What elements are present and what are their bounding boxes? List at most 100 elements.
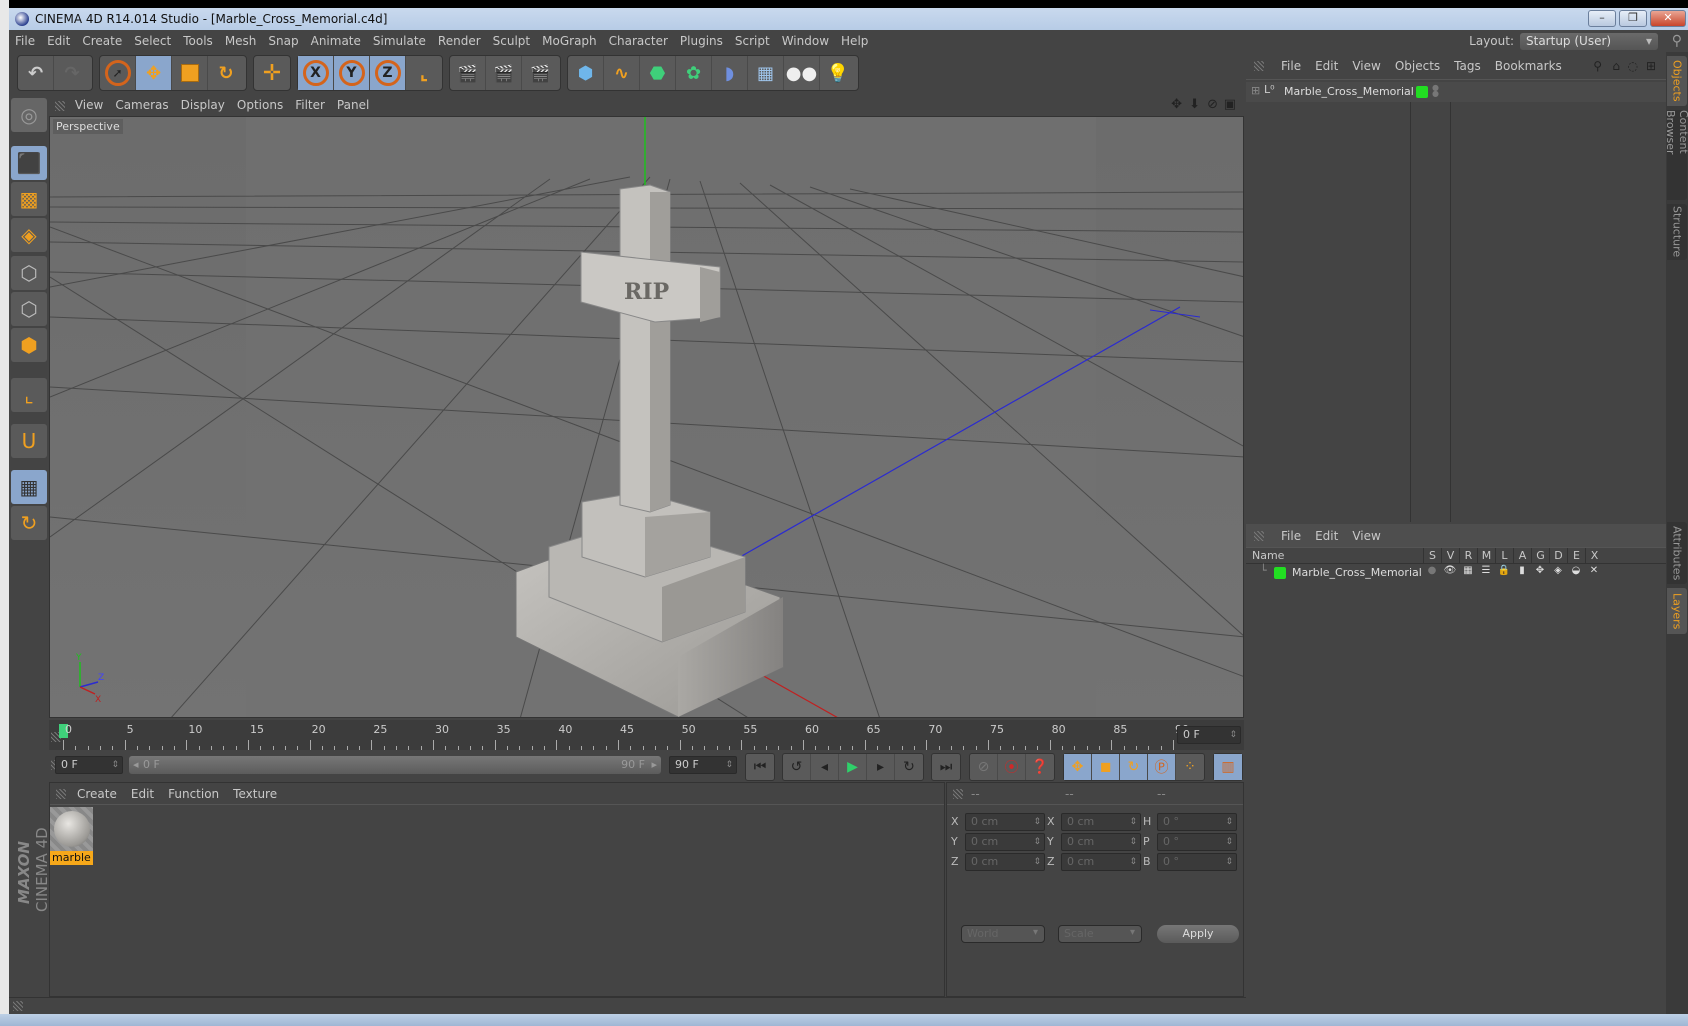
menu-simulate[interactable]: Simulate [367, 30, 432, 52]
layer-menu-view[interactable]: View [1345, 529, 1387, 543]
layer-flag-d-icon[interactable]: ◈ [1549, 565, 1567, 576]
deformer-icon[interactable]: ◗ [712, 56, 748, 90]
next-frame-icon[interactable]: ▸ [867, 754, 895, 780]
menu-window[interactable]: Window [776, 30, 835, 52]
3d-viewport[interactable]: RIP Y Z X Perspective [49, 116, 1244, 718]
range-slider[interactable]: ◂ 0 F 90 F ▸ [129, 756, 661, 774]
object-menu-tags[interactable]: Tags [1447, 59, 1488, 73]
render-settings-icon[interactable]: 🎬 [522, 56, 558, 90]
viewport-menu-filter[interactable]: Filter [289, 94, 331, 116]
coordinate-system-icon[interactable]: ⌞ [406, 56, 442, 90]
layer-color-swatch[interactable] [1274, 567, 1286, 579]
coord-value-field[interactable]: 0 cm [965, 813, 1045, 831]
object-row[interactable]: ⊞ L⁰ Marble_Cross_Memorial ● ● [1246, 82, 1666, 102]
coord-value-field[interactable]: 0 ° [1157, 833, 1237, 851]
layer-flag-m-icon[interactable]: ☰ [1477, 565, 1495, 576]
coord-value-field[interactable]: 0 cm [1061, 813, 1141, 831]
layer-col-v[interactable]: V [1441, 548, 1459, 564]
layer-color-swatch[interactable] [1416, 86, 1428, 98]
autokey-icon[interactable]: ⦿ [998, 754, 1026, 780]
layer-flag-v-icon[interactable]: 👁 [1441, 565, 1459, 576]
menu-plugins[interactable]: Plugins [674, 30, 729, 52]
move-icon[interactable]: ✥ [136, 56, 172, 90]
render-view-icon[interactable]: 🎬 [450, 56, 486, 90]
scale-track-icon[interactable]: ◼ [1092, 754, 1120, 780]
start-frame-field[interactable]: 0 F [55, 756, 123, 774]
layer-col-l[interactable]: L [1495, 548, 1513, 564]
layer-col-name[interactable]: Name [1252, 548, 1284, 564]
layer-flag-g-icon[interactable]: ✥ [1531, 565, 1549, 576]
menu-select[interactable]: Select [128, 30, 177, 52]
record-keys-icon[interactable]: ↺ [783, 754, 811, 780]
edges-mode-icon[interactable]: ⬡ [11, 292, 47, 326]
viewport-menu-cameras[interactable]: Cameras [109, 94, 174, 116]
expand-icon[interactable]: ⊞ [1251, 84, 1260, 97]
current-frame-field[interactable]: 0 F [1177, 726, 1241, 744]
live-selection-icon[interactable]: ➚ [100, 56, 136, 90]
viewport-menu-options[interactable]: Options [231, 94, 289, 116]
light-icon[interactable]: 💡 [820, 56, 856, 90]
restore-button[interactable]: ❐ [1619, 10, 1647, 27]
object-name[interactable]: Marble_Cross_Memorial [1284, 85, 1414, 98]
layer-flag-r-icon[interactable]: ▦ [1459, 565, 1477, 576]
menu-file[interactable]: File [9, 30, 41, 52]
dolly-icon[interactable]: ⬇ [1189, 94, 1200, 116]
object-menu-file[interactable]: File [1274, 59, 1308, 73]
layer-row[interactable]: └ Marble_Cross_Memorial ● 👁 ▦ ☰ 🔒 ▮ ✥ ◈ ◒ ✕ [1246, 564, 1666, 582]
search-icon[interactable]: ⚲ [1593, 52, 1602, 80]
orbit-icon[interactable]: ⊘ [1207, 94, 1218, 116]
workplane-rotate-icon[interactable]: ↻ [11, 506, 47, 540]
workplane-icon[interactable]: ◈ [11, 218, 47, 252]
viewport-solo-icon[interactable]: ◎ [11, 98, 47, 132]
layer-col-e[interactable]: E [1567, 548, 1585, 564]
search-icon[interactable]: ⚲ [1672, 30, 1682, 52]
points-mode-icon[interactable]: ⬡ [11, 256, 47, 290]
menu-character[interactable]: Character [603, 30, 674, 52]
axis-mode-icon[interactable]: ⌞ [11, 378, 47, 412]
camera-icon[interactable]: ●● [784, 56, 820, 90]
menu-mesh[interactable]: Mesh [219, 30, 263, 52]
home-icon[interactable]: ⌂ [1612, 52, 1620, 80]
keyframe-help-icon[interactable]: ❓ [1026, 754, 1054, 780]
material-menu-function[interactable]: Function [161, 783, 226, 805]
tab-objects[interactable]: Objects [1667, 56, 1687, 106]
panel-grip[interactable] [55, 100, 65, 111]
redo-icon[interactable]: ↷ [54, 56, 90, 90]
pan-icon[interactable]: ✥ [1171, 94, 1182, 116]
snap-magnet-icon[interactable]: U [11, 424, 47, 458]
texture-mode-icon[interactable]: ▩ [11, 182, 47, 216]
pla-track-icon[interactable]: ⁘ [1176, 754, 1204, 780]
apply-button[interactable]: Apply [1157, 925, 1239, 943]
layer-flag-s-icon[interactable]: ● [1423, 565, 1441, 576]
new-window-icon[interactable]: ⊞ [1646, 52, 1656, 80]
tab-layers[interactable]: Layers [1667, 588, 1687, 634]
object-menu-edit[interactable]: Edit [1308, 59, 1345, 73]
nurbs-icon[interactable]: ⬣ [640, 56, 676, 90]
minimize-button[interactable]: – [1588, 10, 1616, 27]
add-object-icon[interactable]: ✛ [254, 56, 290, 90]
rotate-icon[interactable]: ↻ [208, 56, 244, 90]
menu-mograph[interactable]: MoGraph [536, 30, 603, 52]
range-right-arrow[interactable]: ▸ [651, 756, 657, 774]
z-axis-lock-button[interactable]: Z [370, 56, 406, 90]
locked-workplane-icon[interactable]: ▦ [11, 470, 47, 504]
coord-value-field[interactable]: 0 ° [1157, 853, 1237, 871]
coord-value-field[interactable]: 0 cm [965, 833, 1045, 851]
viewport-menu-display[interactable]: Display [175, 94, 231, 116]
camera-label[interactable]: Perspective [53, 119, 123, 134]
layout-dropdown[interactable]: Startup (User) [1520, 32, 1658, 50]
play-icon[interactable]: ▶ [839, 754, 867, 780]
menu-help[interactable]: Help [835, 30, 874, 52]
coord-value-field[interactable]: 0 cm [1061, 853, 1141, 871]
goto-start-icon[interactable]: ⏮ [746, 754, 774, 780]
x-axis-lock-button[interactable]: X [298, 56, 334, 90]
object-grip[interactable] [1254, 61, 1264, 71]
menu-sculpt[interactable]: Sculpt [487, 30, 536, 52]
layer-col-s[interactable]: S [1423, 548, 1441, 564]
y-axis-lock-button[interactable]: Y [334, 56, 370, 90]
cube-icon[interactable]: ⬢ [568, 56, 604, 90]
material-grip[interactable] [56, 789, 66, 799]
loop-icon[interactable]: ↻ [895, 754, 923, 780]
prev-frame-icon[interactable]: ◂ [811, 754, 839, 780]
layer-col-m[interactable]: M [1477, 548, 1495, 564]
